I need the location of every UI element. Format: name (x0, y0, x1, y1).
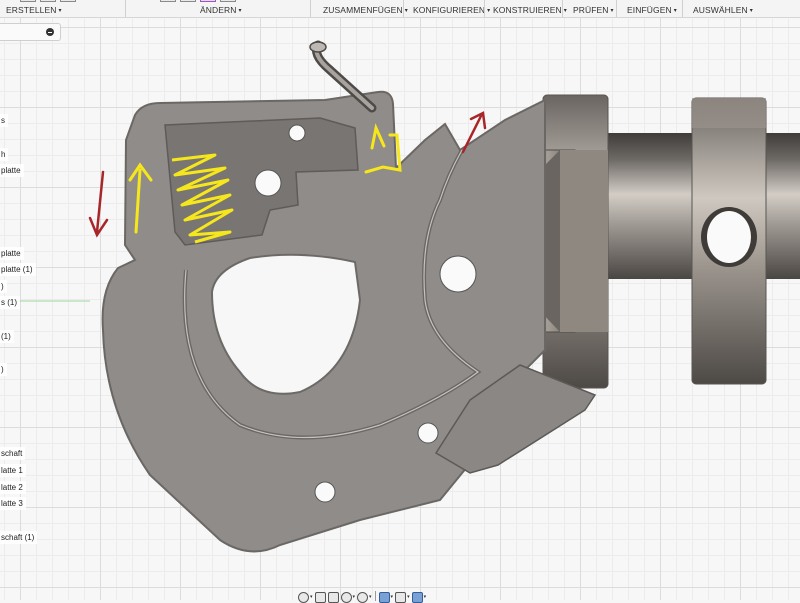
main-toolbar: ERSTELLEN ▾ ÄNDERN ▾ ZUSAMMENFÜGEN ▾ KONFIG… (0, 0, 800, 18)
browser-item[interactable]: ) (0, 363, 7, 376)
grid-icon[interactable]: ▾ (395, 591, 410, 603)
display-style-icon[interactable]: ▾ (378, 591, 393, 603)
browser-item[interactable]: latte 2 (0, 481, 26, 494)
press-pull-tool-icon[interactable] (200, 0, 216, 2)
extrude-tool-icon[interactable] (40, 0, 56, 2)
pin-hole-2 (254, 169, 282, 197)
minus-circle-icon[interactable] (46, 28, 54, 36)
fit-icon[interactable]: ▾ (357, 591, 372, 603)
pin-hole-1 (288, 124, 306, 142)
menu-zusammenfuegen[interactable]: ZUSAMMENFÜGEN ▾ (323, 5, 408, 15)
viewports-icon[interactable]: ▾ (411, 591, 426, 603)
coupling-hook-plate[interactable] (101, 40, 597, 553)
navigation-bar: ▾ ▾ ▾ ▾ ▾ ▾ (298, 591, 466, 603)
down-arrow-red (88, 170, 109, 238)
browser-item[interactable]: ) (0, 280, 7, 293)
browser-item[interactable]: (1) (0, 330, 14, 343)
design-canvas[interactable] (0, 17, 800, 600)
browser-item[interactable]: platte (1) (0, 263, 36, 276)
browser-item[interactable]: h (0, 148, 9, 161)
move-tool-icon[interactable] (220, 0, 236, 2)
model-viewport[interactable] (0, 17, 800, 600)
browser-item[interactable]: s (1) (0, 296, 20, 309)
shaft-assembly[interactable] (519, 94, 800, 389)
shell-tool-icon[interactable] (180, 0, 196, 2)
pan-icon[interactable] (314, 591, 326, 603)
menu-erstellen[interactable]: ERSTELLEN ▾ (6, 5, 62, 15)
browser-item[interactable]: platte (0, 164, 24, 177)
revolve-tool-icon[interactable] (60, 0, 76, 2)
browser-item[interactable]: schaft (0, 447, 26, 460)
orbit-icon[interactable]: ▾ (298, 591, 313, 603)
menu-konfigurieren[interactable]: KONFIGURIEREN ▾ (413, 5, 490, 15)
pin-hole-4 (417, 422, 439, 444)
menu-pruefen[interactable]: PRÜFEN ▾ (573, 5, 614, 15)
menu-einfuegen[interactable]: EINFÜGEN ▾ (627, 5, 677, 15)
browser-header[interactable] (0, 23, 61, 41)
menu-konstruieren[interactable]: KONSTRUIEREN ▾ (493, 5, 567, 15)
menu-auswaehlen[interactable]: AUSWÄHLEN ▾ (693, 5, 753, 15)
browser-item[interactable]: schaft (1) (0, 531, 38, 544)
menu-aendern[interactable]: ÄNDERN ▾ (200, 5, 242, 15)
browser-item[interactable]: s (0, 114, 8, 127)
browser-item[interactable]: latte 1 (0, 464, 26, 477)
browser-item[interactable]: latte 3 (0, 497, 26, 510)
fillet-tool-icon[interactable] (160, 0, 176, 2)
look-at-icon[interactable] (327, 591, 339, 603)
create-tool-icons[interactable] (20, 0, 76, 2)
zoom-window-icon[interactable]: ▾ (340, 591, 355, 603)
browser-item[interactable]: platte (0, 247, 24, 260)
pin-hole-3 (439, 255, 477, 293)
pin-hole-5 (314, 481, 336, 503)
modify-tool-icons[interactable] (160, 0, 236, 2)
sketch-tool-icon[interactable] (20, 0, 36, 2)
